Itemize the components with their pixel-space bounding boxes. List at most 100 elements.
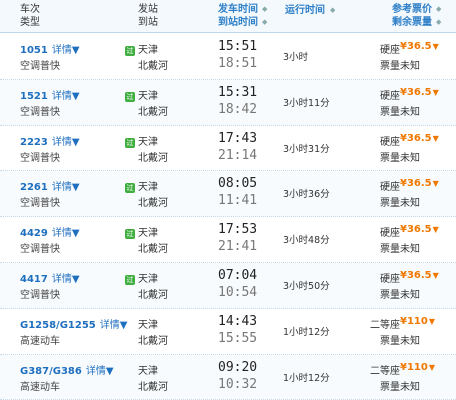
detail-link[interactable]: 详情▼ bbox=[52, 182, 80, 193]
price[interactable]: ¥36.5▼ bbox=[400, 87, 439, 98]
table-row[interactable]: G1258/G1255 详情▼ 高速动车 天津 北戴河 14:43 15:55 1小时12分 二… bbox=[0, 309, 456, 355]
duration: 3小时31分 bbox=[283, 143, 330, 155]
arrive-time: 11:41 bbox=[218, 193, 258, 209]
detail-link[interactable]: 详情▼ bbox=[52, 137, 80, 148]
seat-type: 硬座 bbox=[380, 136, 400, 148]
price-text[interactable]: ¥110 bbox=[400, 362, 428, 373]
price[interactable]: ¥36.5▼ bbox=[400, 178, 439, 189]
price-text[interactable]: ¥36.5 bbox=[400, 270, 432, 281]
header-depart-time-label[interactable]: 发车时间 bbox=[218, 3, 258, 16]
table-row[interactable]: 4429 详情▼ 空调普快 过天津 北戴河 17:53 21:41 3小时48分 硬座 ¥36.5… bbox=[0, 217, 456, 263]
detail-link[interactable]: 详情▼ bbox=[52, 274, 80, 285]
train-number[interactable]: 2261 详情▼ bbox=[20, 178, 80, 193]
train-type: 空调普快 bbox=[20, 244, 60, 256]
price[interactable]: ¥36.5▼ bbox=[400, 133, 439, 144]
price[interactable]: ¥36.5▼ bbox=[400, 270, 439, 281]
depart-time: 09:20 bbox=[218, 359, 258, 375]
train-number[interactable]: 2223 详情▼ bbox=[20, 133, 80, 148]
header-price-sort[interactable]: 参考票价 剩余票量 bbox=[380, 3, 432, 29]
price-text[interactable]: ¥36.5 bbox=[400, 133, 432, 144]
price-dropdown-icon[interactable]: ▼ bbox=[429, 363, 435, 372]
header-arrive-time-label[interactable]: 到站时间 bbox=[218, 16, 258, 29]
header-duration-label[interactable]: 运行时间 bbox=[285, 5, 325, 16]
train-number[interactable]: 4417 详情▼ bbox=[20, 270, 80, 285]
arrive-station: 北戴河 bbox=[138, 244, 168, 256]
sort-icon[interactable]: ◆ bbox=[436, 5, 441, 13]
header-remaining-label[interactable]: 剩余票量 bbox=[380, 16, 432, 29]
header-station: 发站 到站 bbox=[138, 3, 158, 29]
pass-station-icon: 过 bbox=[125, 275, 135, 285]
train-number-text[interactable]: 1521 bbox=[20, 91, 48, 102]
price-dropdown-icon[interactable]: ▼ bbox=[433, 271, 439, 280]
seat-type: 硬座 bbox=[380, 45, 400, 56]
price-text[interactable]: ¥36.5 bbox=[400, 224, 432, 235]
depart-station: 过天津 bbox=[125, 41, 158, 56]
table-row[interactable]: 1521 详情▼ 空调普快 过天津 北戴河 15:31 18:42 3小时11分 硬座 ¥36.5… bbox=[0, 79, 456, 126]
table-row[interactable]: 2261 详情▼ 空调普快 过天津 北戴河 08:05 11:41 3小时36分 硬座 ¥36.5… bbox=[0, 171, 456, 218]
price-text[interactable]: ¥36.5 bbox=[400, 41, 432, 52]
train-number[interactable]: 1051 详情▼ bbox=[20, 41, 80, 56]
train-number-text[interactable]: 4417 bbox=[20, 274, 48, 285]
price-dropdown-icon[interactable]: ▼ bbox=[433, 134, 439, 143]
price-dropdown-icon[interactable]: ▼ bbox=[433, 88, 439, 97]
pass-station-icon: 过 bbox=[125, 137, 135, 148]
header-time-sort[interactable]: 发车时间 到站时间 bbox=[218, 3, 258, 29]
detail-link[interactable]: 详情▼ bbox=[86, 366, 114, 377]
price[interactable]: ¥110▼ bbox=[400, 362, 435, 373]
price-text[interactable]: ¥36.5 bbox=[400, 178, 432, 189]
depart-station-text: 天津 bbox=[138, 90, 158, 102]
seat-type: 二等座 bbox=[370, 319, 400, 331]
table-row[interactable]: 1051 详情▼ 空调普快 过天津 北戴河 15:51 18:51 3小时 硬座 ¥36.5▼ 票量… bbox=[0, 34, 456, 80]
remaining-tickets: 票量未知 bbox=[380, 152, 420, 164]
detail-link[interactable]: 详情▼ bbox=[52, 91, 80, 102]
table-row[interactable]: 2223 详情▼ 空调普快 过天津 北戴河 17:43 21:14 3小时31分 硬座 ¥36.5… bbox=[0, 126, 456, 172]
sort-icon[interactable]: ◆ bbox=[436, 18, 441, 26]
sort-icon[interactable]: ◆ bbox=[330, 6, 335, 14]
price-dropdown-icon[interactable]: ▼ bbox=[433, 42, 439, 51]
train-number[interactable]: G387/G386 详情▼ bbox=[20, 362, 114, 377]
train-type: 空调普快 bbox=[20, 106, 60, 118]
train-number-text[interactable]: G1258/G1255 bbox=[20, 320, 96, 331]
price-dropdown-icon[interactable]: ▼ bbox=[433, 179, 439, 188]
depart-time: 17:43 bbox=[218, 130, 258, 146]
header-duration-sort[interactable]: 运行时间 bbox=[285, 4, 325, 17]
price-text[interactable]: ¥110 bbox=[400, 316, 428, 327]
train-number[interactable]: 1521 详情▼ bbox=[20, 87, 80, 102]
train-number[interactable]: 4429 详情▼ bbox=[20, 224, 80, 239]
price-dropdown-icon[interactable]: ▼ bbox=[433, 225, 439, 234]
remaining-tickets: 票量未知 bbox=[380, 381, 420, 393]
price[interactable]: ¥36.5▼ bbox=[400, 41, 439, 52]
arrive-time: 10:32 bbox=[218, 376, 258, 392]
train-number-text[interactable]: 2223 bbox=[20, 137, 48, 148]
train-number-text[interactable]: 4429 bbox=[20, 228, 48, 239]
sort-icon[interactable]: ◆ bbox=[262, 18, 267, 26]
arrive-station: 北戴河 bbox=[138, 290, 168, 301]
price-text[interactable]: ¥36.5 bbox=[400, 87, 432, 98]
arrive-station: 北戴河 bbox=[138, 381, 168, 393]
train-type: 空调普快 bbox=[20, 152, 60, 164]
detail-link[interactable]: 详情▼ bbox=[52, 228, 80, 239]
price[interactable]: ¥36.5▼ bbox=[400, 224, 439, 235]
arrive-station: 北戴河 bbox=[138, 152, 168, 164]
train-number-text[interactable]: 1051 bbox=[20, 45, 48, 56]
seat-type: 硬座 bbox=[380, 274, 400, 285]
price-dropdown-icon[interactable]: ▼ bbox=[429, 317, 435, 326]
train-type: 高速动车 bbox=[20, 335, 60, 347]
price[interactable]: ¥110▼ bbox=[400, 316, 435, 327]
duration: 3小时48分 bbox=[283, 235, 330, 247]
header-price-label[interactable]: 参考票价 bbox=[380, 3, 432, 16]
train-number-text[interactable]: G387/G386 bbox=[20, 366, 82, 377]
table-row[interactable]: G387/G386 详情▼ 高速动车 天津 北戴河 09:20 10:32 1小时12分 二等座… bbox=[0, 354, 456, 400]
sort-icon[interactable]: ◆ bbox=[262, 5, 267, 13]
arrive-time: 18:42 bbox=[218, 101, 258, 117]
train-number[interactable]: G1258/G1255 详情▼ bbox=[20, 316, 127, 331]
detail-link[interactable]: 详情▼ bbox=[100, 320, 128, 331]
arrive-station: 北戴河 bbox=[138, 335, 168, 347]
header-train: 车次 类型 bbox=[20, 3, 40, 29]
depart-station: 过天津 bbox=[125, 224, 158, 240]
duration: 3小时11分 bbox=[283, 97, 330, 109]
detail-link[interactable]: 详情▼ bbox=[52, 45, 80, 56]
table-row[interactable]: 4417 详情▼ 空调普快 过天津 北戴河 07:04 10:54 3小时50分 硬座 ¥36.5… bbox=[0, 263, 456, 309]
table-header: 车次 类型 发站 到站 发车时间 到站时间 ◆ ◆ 运行时间 ◆ 参考票价 剩余… bbox=[0, 0, 456, 33]
train-number-text[interactable]: 2261 bbox=[20, 182, 48, 193]
